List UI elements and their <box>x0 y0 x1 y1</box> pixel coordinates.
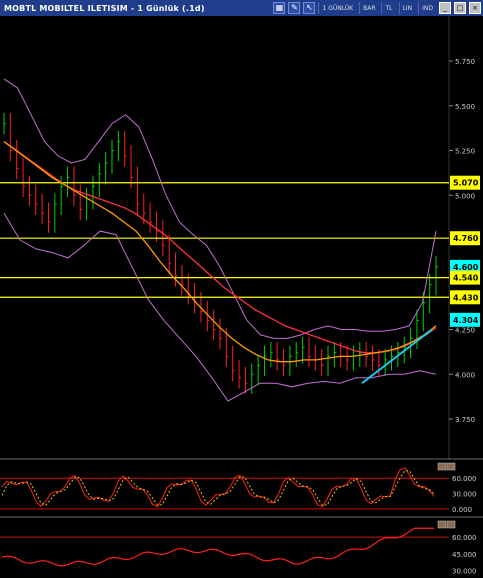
bar-type-selector[interactable]: BAR <box>359 2 378 14</box>
oscillator-2-tick-label: 30.000 <box>452 567 477 575</box>
oscillator-1-settings-icon[interactable] <box>437 462 447 471</box>
price-level-badge-label: 4.540 <box>453 274 479 283</box>
pen-icon[interactable]: ✎ <box>288 2 301 14</box>
price-level-badge-label: 4.760 <box>453 234 479 243</box>
price-level-badge-label: 4.304 <box>453 316 479 325</box>
oscillator-1-tick-label: 0.000 <box>452 506 472 514</box>
price-level-badge-label: 4.430 <box>453 293 479 302</box>
oscillator-panel-1[interactable]: 60.000 30.000 0.000 <box>0 462 483 518</box>
oscillator-2-close-icon[interactable] <box>446 520 456 529</box>
price-tick-label: 5.500 <box>455 103 475 111</box>
oscillator-panel-2[interactable]: 60.000 45.000 30.000 <box>0 520 483 578</box>
cursor-icon[interactable]: ↖ <box>303 2 316 14</box>
window-title: MOBTL MOBILTEL ILETISIM - 1 Günlük (.1d) <box>4 3 205 13</box>
maximize-icon[interactable]: □ <box>454 2 466 14</box>
price-tick-label: 4.000 <box>455 371 475 379</box>
price-tick-label: 4.250 <box>455 327 475 335</box>
oscillator-1-background <box>0 462 483 518</box>
minimize-icon[interactable]: _ <box>439 2 451 14</box>
price-tick-label: 5.750 <box>455 58 475 66</box>
oscillator-1-tick-label: 30.000 <box>452 491 477 499</box>
indicator-selector[interactable]: IND <box>418 2 436 14</box>
oscillator-1-close-icon[interactable] <box>446 462 456 471</box>
oscillator-2-ticks: 60.000 45.000 30.000 <box>452 534 477 575</box>
price-level-badge-label: 4.600 <box>453 263 479 272</box>
oscillator-2-settings-icon[interactable] <box>437 520 447 529</box>
oscillator-2-tick-label: 60.000 <box>452 534 477 542</box>
price-tick-label: 3.750 <box>455 416 475 424</box>
price-chart[interactable]: 5.750 5.500 5.250 5.000 4.250 4.000 3.750 5.07… <box>0 16 483 460</box>
scale-selector[interactable]: LIN <box>398 2 416 14</box>
chart-toolbar: ▦ ✎ ↖ 1 GÜNLÜK BAR TL LIN IND _ □ × <box>273 0 483 16</box>
oscillator-1-tick-label: 60.000 <box>452 475 477 483</box>
price-level-badge-label: 5.070 <box>453 179 479 188</box>
oscillator-2-tick-label: 45.000 <box>452 551 477 559</box>
price-tick-label: 5.000 <box>455 192 475 200</box>
price-tick-label: 5.250 <box>455 148 475 156</box>
currency-selector[interactable]: TL <box>381 2 395 14</box>
oscillator-2-background <box>0 520 483 578</box>
grid-icon[interactable]: ▦ <box>273 2 286 14</box>
period-selector[interactable]: 1 GÜNLÜK <box>318 2 356 14</box>
close-icon[interactable]: × <box>469 2 481 14</box>
